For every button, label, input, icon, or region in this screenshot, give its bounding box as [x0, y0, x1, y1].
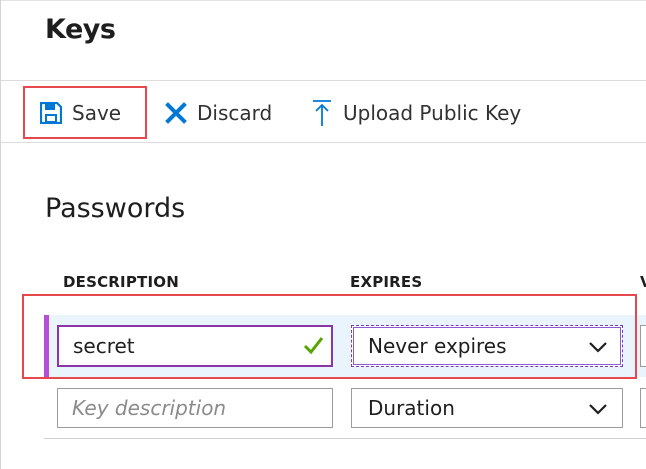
column-header-expires: EXPIRES [350, 273, 423, 291]
table-bottom-divider [44, 438, 646, 439]
row-highlight-box [22, 294, 637, 379]
frame-left-border [0, 0, 1, 469]
description-placeholder: Key description [72, 396, 227, 420]
expires-select-row-2[interactable]: Duration [351, 388, 623, 428]
passwords-section-title: Passwords [45, 193, 186, 224]
save-highlight-box [23, 86, 147, 139]
close-icon [165, 102, 187, 124]
discard-label: Discard [197, 101, 273, 125]
upload-public-key-button[interactable]: Upload Public Key [311, 92, 521, 134]
upload-icon [311, 99, 333, 127]
description-input-row-2[interactable]: Key description [57, 388, 333, 428]
column-header-description: DESCRIPTION [63, 273, 179, 291]
toolbar-divider-bottom [0, 142, 646, 143]
value-input-row-2[interactable] [640, 388, 646, 428]
frame-top-border [0, 0, 646, 1]
toolbar-divider-top [0, 80, 646, 81]
value-input-row-1[interactable] [640, 325, 646, 367]
expires-value: Duration [368, 396, 455, 420]
column-header-value: V [640, 273, 646, 291]
page-title: Keys [45, 14, 116, 45]
discard-button[interactable]: Discard [165, 92, 272, 134]
chevron-down-icon [588, 396, 608, 420]
upload-label: Upload Public Key [343, 101, 522, 125]
